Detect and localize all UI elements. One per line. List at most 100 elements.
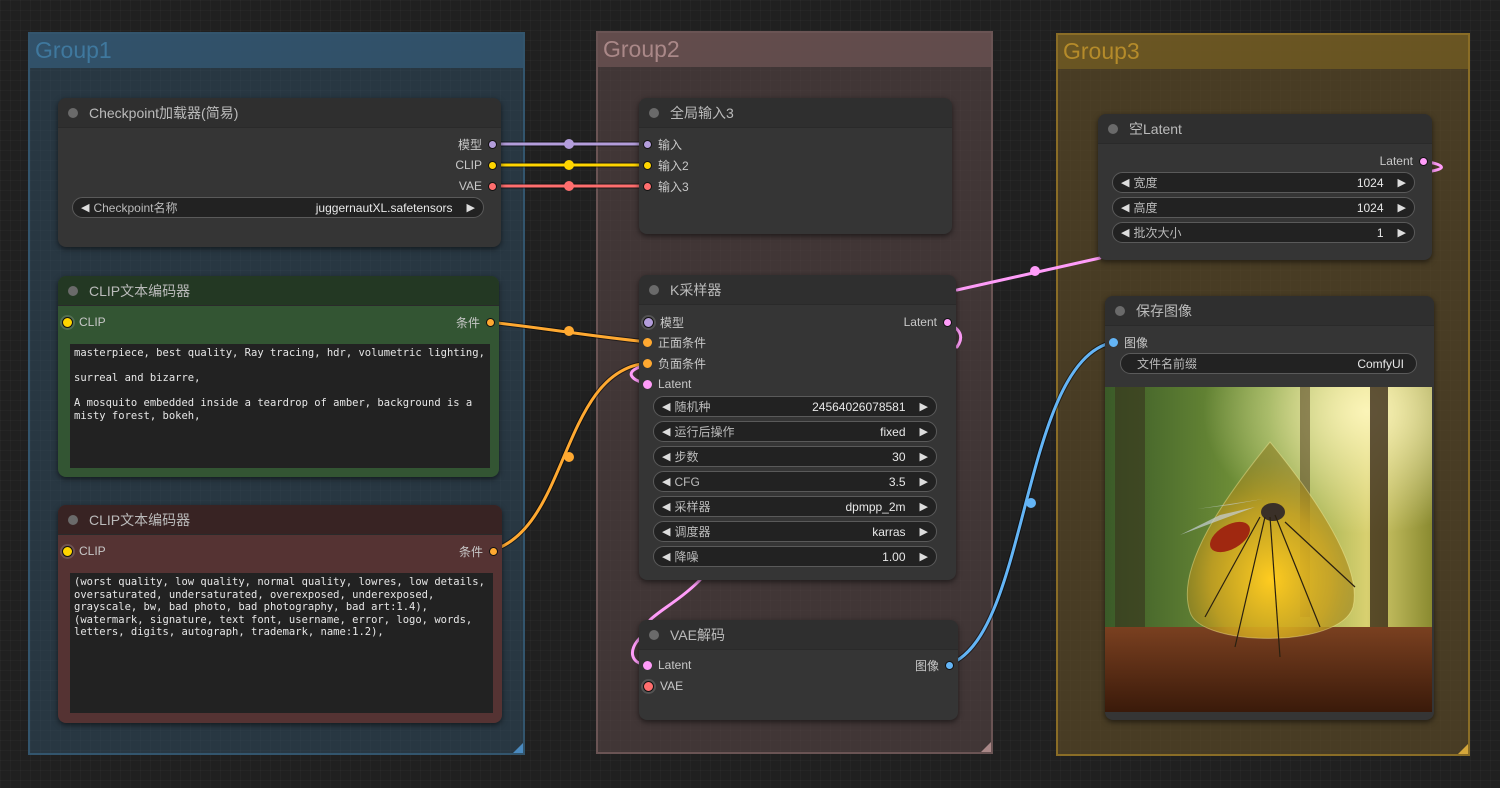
decrement-arrow-icon[interactable]: ◀ xyxy=(1121,201,1129,214)
input-clip[interactable]: CLIP xyxy=(62,542,106,560)
link-midpoint[interactable] xyxy=(564,160,574,170)
node-header[interactable]: CLIP文本编码器 xyxy=(58,505,502,535)
negative-prompt-textarea[interactable]: (worst quality, low quality, normal qual… xyxy=(70,573,493,713)
group-resize-handle[interactable] xyxy=(981,742,991,752)
group-resize-handle[interactable] xyxy=(1458,744,1468,754)
output-latent[interactable]: Latent xyxy=(1380,152,1428,170)
increment-arrow-icon[interactable]: ▶ xyxy=(920,475,928,488)
checkpoint-name-combo[interactable]: ◀ Checkpoint名称 juggernautXL.safetensors … xyxy=(72,197,484,218)
output-image[interactable]: 图像 xyxy=(915,656,954,674)
group-title[interactable]: Group3 xyxy=(1058,35,1468,69)
decrement-arrow-icon[interactable]: ◀ xyxy=(662,475,670,488)
slot-dot-icon[interactable] xyxy=(62,545,73,557)
node-header[interactable]: K采样器 xyxy=(639,275,956,305)
slot-dot-icon[interactable] xyxy=(643,160,652,170)
increment-arrow-icon[interactable]: ▶ xyxy=(920,425,928,438)
control-after-generate-widget[interactable]: ◀ 运行后操作 fixed ▶ xyxy=(653,421,937,442)
slot-dot-icon[interactable] xyxy=(643,660,652,670)
collapse-dot-icon[interactable] xyxy=(68,514,78,525)
node-header[interactable]: VAE解码 xyxy=(639,620,958,650)
seed-widget[interactable]: ◀ 随机种 24564026078581 ▶ xyxy=(653,396,937,417)
decrement-arrow-icon[interactable]: ◀ xyxy=(662,550,670,563)
batch-size-widget[interactable]: ◀ 批次大小 1 ▶ xyxy=(1112,222,1415,243)
group-title[interactable]: Group1 xyxy=(30,34,523,68)
output-clip[interactable]: CLIP xyxy=(455,156,497,174)
output-conditioning[interactable]: 条件 xyxy=(456,313,495,331)
decrement-arrow-icon[interactable]: ◀ xyxy=(662,525,670,538)
collapse-dot-icon[interactable] xyxy=(1108,123,1118,134)
link-midpoint[interactable] xyxy=(564,181,574,191)
input-model[interactable]: 模型 xyxy=(643,313,684,331)
slot-dot-icon[interactable] xyxy=(62,316,73,328)
node-header[interactable]: 空Latent xyxy=(1098,114,1432,144)
node-header[interactable]: CLIP文本编码器 xyxy=(58,276,499,306)
slot-dot-icon[interactable] xyxy=(643,181,652,191)
steps-widget[interactable]: ◀ 步数 30 ▶ xyxy=(653,446,937,467)
slot-dot-icon[interactable] xyxy=(488,139,497,149)
increment-arrow-icon[interactable]: ▶ xyxy=(920,550,928,563)
node-checkpoint-loader[interactable]: Checkpoint加载器(简易) 模型 CLIP VAE ◀ Checkpoi… xyxy=(58,98,501,247)
increment-arrow-icon[interactable]: ▶ xyxy=(1398,201,1406,214)
image-preview[interactable] xyxy=(1105,387,1432,712)
input-latent[interactable]: Latent xyxy=(643,656,691,674)
slot-dot-icon[interactable] xyxy=(643,680,654,692)
decrement-arrow-icon[interactable]: ◀ xyxy=(662,500,670,513)
increment-arrow-icon[interactable]: ▶ xyxy=(920,400,928,413)
increment-arrow-icon[interactable]: ▶ xyxy=(1398,176,1406,189)
increment-arrow-icon[interactable]: ▶ xyxy=(920,450,928,463)
output-latent[interactable]: Latent xyxy=(904,313,952,331)
input-3[interactable]: 输入3 xyxy=(643,177,689,195)
width-widget[interactable]: ◀ 宽度 1024 ▶ xyxy=(1112,172,1415,193)
slot-dot-icon[interactable] xyxy=(643,337,652,347)
denoise-widget[interactable]: ◀ 降噪 1.00 ▶ xyxy=(653,546,937,567)
collapse-dot-icon[interactable] xyxy=(649,629,659,640)
input-latent[interactable]: Latent xyxy=(643,375,691,393)
node-clip-text-encode-negative[interactable]: CLIP文本编码器 CLIP 条件 (worst quality, low qu… xyxy=(58,505,502,723)
increment-arrow-icon[interactable]: ▶ xyxy=(1398,226,1406,239)
collapse-dot-icon[interactable] xyxy=(649,284,659,295)
node-header[interactable]: 全局输入3 xyxy=(639,98,952,128)
collapse-dot-icon[interactable] xyxy=(68,107,78,118)
group-title[interactable]: Group2 xyxy=(598,33,991,67)
slot-dot-icon[interactable] xyxy=(643,139,652,149)
filename-prefix-widget[interactable]: 文件名前缀 ComfyUI xyxy=(1120,353,1417,374)
slot-dot-icon[interactable] xyxy=(943,317,952,327)
output-model[interactable]: 模型 xyxy=(458,135,497,153)
slot-dot-icon[interactable] xyxy=(643,358,652,368)
input-clip[interactable]: CLIP xyxy=(62,313,106,331)
decrement-arrow-icon[interactable]: ◀ xyxy=(1121,226,1129,239)
increment-arrow-icon[interactable]: ▶ xyxy=(920,500,928,513)
node-header[interactable]: Checkpoint加载器(简易) xyxy=(58,98,501,128)
link-midpoint[interactable] xyxy=(1026,498,1036,508)
group-resize-handle[interactable] xyxy=(513,743,523,753)
prompt-textarea[interactable]: masterpiece, best quality, Ray tracing, … xyxy=(70,344,490,468)
slot-dot-icon[interactable] xyxy=(643,316,654,328)
slot-dot-icon[interactable] xyxy=(489,546,498,556)
input-1[interactable]: 输入 xyxy=(643,135,682,153)
sampler-widget[interactable]: ◀ 采样器 dpmpp_2m ▶ xyxy=(653,496,937,517)
decrement-arrow-icon[interactable]: ◀ xyxy=(662,400,670,413)
increment-arrow-icon[interactable]: ▶ xyxy=(467,201,475,214)
link-midpoint[interactable] xyxy=(564,452,574,462)
decrement-arrow-icon[interactable]: ◀ xyxy=(662,450,670,463)
collapse-dot-icon[interactable] xyxy=(1115,305,1125,316)
slot-dot-icon[interactable] xyxy=(945,660,954,670)
input-positive[interactable]: 正面条件 xyxy=(643,333,706,351)
output-vae[interactable]: VAE xyxy=(459,177,497,195)
height-widget[interactable]: ◀ 高度 1024 ▶ xyxy=(1112,197,1415,218)
slot-dot-icon[interactable] xyxy=(488,160,497,170)
cfg-widget[interactable]: ◀ CFG 3.5 ▶ xyxy=(653,471,937,492)
node-clip-text-encode-positive[interactable]: CLIP文本编码器 CLIP 条件 masterpiece, best qual… xyxy=(58,276,499,477)
input-2[interactable]: 输入2 xyxy=(643,156,689,174)
slot-dot-icon[interactable] xyxy=(1419,156,1428,166)
increment-arrow-icon[interactable]: ▶ xyxy=(920,525,928,538)
collapse-dot-icon[interactable] xyxy=(68,285,78,296)
decrement-arrow-icon[interactable]: ◀ xyxy=(1121,176,1129,189)
link-midpoint[interactable] xyxy=(564,326,574,336)
node-save-image[interactable]: 保存图像 图像 文件名前缀 ComfyUI xyxy=(1105,296,1434,720)
collapse-dot-icon[interactable] xyxy=(649,107,659,118)
input-vae[interactable]: VAE xyxy=(643,677,683,695)
node-vae-decode[interactable]: VAE解码 Latent VAE 图像 xyxy=(639,620,958,720)
output-conditioning[interactable]: 条件 xyxy=(459,542,498,560)
slot-dot-icon[interactable] xyxy=(486,317,495,327)
